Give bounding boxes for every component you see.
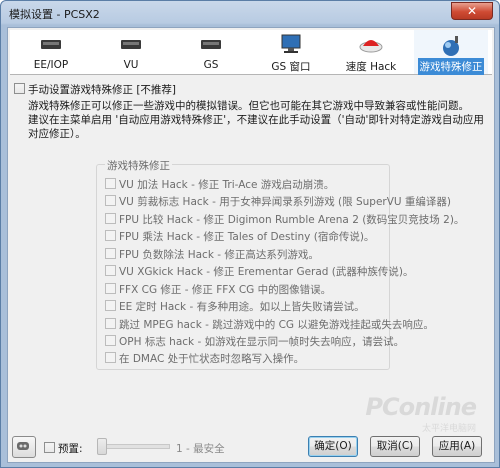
checkbox-label: 手动设置游戏特殊修正 [不推荐] [28, 84, 177, 96]
watermark-brand: PConline [365, 393, 477, 421]
gamefix-option[interactable]: VU XGkick Hack - 修正 Erementar Gerad (武器种… [105, 264, 413, 279]
checkbox-box[interactable] [105, 352, 116, 363]
checkbox-box[interactable] [105, 318, 116, 329]
checkbox-box[interactable] [105, 283, 116, 294]
gamefix-group: 游戏特殊修正 VU 加法 Hack - 修正 Tri-Ace 游戏启动崩溃。 V… [96, 158, 464, 370]
option-label: FPU 负数除法 Hack - 修正高达系列游戏。 [119, 249, 319, 261]
option-label: FPU 乘法 Hack - 修正 Tales of Destiny (宿命传说)… [119, 231, 375, 243]
checkbox-box[interactable] [105, 300, 116, 311]
checkbox-box[interactable] [105, 265, 116, 276]
gamefix-icon [443, 36, 459, 56]
preset-label: 预置: [58, 443, 83, 455]
chip-icon [201, 40, 221, 49]
description-line: 游戏特殊修正可以修正一些游戏中的模拟错误。但它也可能在其它游戏中导致兼容或性能问… [28, 100, 469, 112]
option-label: FPU 比较 Hack - 修正 Digimon Rumble Arena 2 … [119, 214, 465, 226]
description-line: 建议在主菜单启用 '自动应用游戏特殊修正'，不建议在此手动设置（'自动'即针对特… [28, 114, 484, 140]
checkbox-box[interactable] [105, 335, 116, 346]
checkbox-box[interactable] [14, 83, 25, 94]
checkbox-box[interactable] [105, 213, 116, 224]
slider-thumb[interactable] [97, 438, 107, 455]
tab-label: 速度 Hack [345, 61, 397, 73]
preset-value: 1 - 最安全 [176, 443, 225, 455]
settings-icon-button[interactable] [12, 436, 36, 458]
gamefix-option[interactable]: FPU 比较 Hack - 修正 Digimon Rumble Arena 2 … [105, 212, 464, 227]
tab-vu[interactable]: VU [94, 30, 168, 74]
checkbox-box[interactable] [105, 178, 116, 189]
gamefix-option[interactable]: FPU 负数除法 Hack - 修正高达系列游戏。 [105, 247, 319, 262]
preset-checkbox[interactable]: 预置: [44, 441, 83, 456]
checkbox-box[interactable] [44, 442, 55, 453]
option-label: VU XGkick Hack - 修正 Erementar Gerad (武器种… [119, 266, 414, 278]
close-button[interactable] [451, 2, 493, 20]
window-title: 模拟设置 - PCSX2 [9, 8, 100, 21]
group-title: 游戏特殊修正 [105, 158, 172, 173]
client-area: EE/IOP VU GS GS 窗口 速度 Hack 游戏特殊修正 手动设置游戏… [7, 27, 495, 463]
gamefix-option[interactable]: VU 剪裁标志 Hack - 用于女神异闻录系列游戏 (限 SuperVU 重编… [105, 194, 451, 209]
tab-label: VU [123, 59, 139, 71]
gamepad-icon [17, 442, 29, 450]
checkbox-box[interactable] [105, 195, 116, 206]
checkbox-box[interactable] [105, 230, 116, 241]
option-label: VU 加法 Hack - 修正 Tri-Ace 游戏启动崩溃。 [119, 179, 335, 191]
manual-gamefix-checkbox[interactable]: 手动设置游戏特殊修正 [不推荐] [14, 82, 176, 97]
tab-gs[interactable]: GS [174, 30, 248, 74]
option-label: 跳过 MPEG hack - 跳过游戏中的 CG 以避免游戏挂起或失去响应。 [119, 319, 434, 331]
speed-hack-icon [359, 40, 383, 53]
preset-slider[interactable] [97, 438, 170, 455]
gamefix-option[interactable]: FFX CG 修正 - 修正 FFX CG 中的图像错误。 [105, 282, 331, 297]
gamefix-option[interactable]: VU 加法 Hack - 修正 Tri-Ace 游戏启动崩溃。 [105, 177, 334, 192]
cancel-button[interactable]: 取消(C) [370, 436, 420, 457]
tab-label: GS 窗口 [271, 61, 311, 73]
tab-strip: EE/IOP VU GS GS 窗口 速度 Hack 游戏特殊修正 [10, 30, 492, 75]
tab-gamefixes[interactable]: 游戏特殊修正 [414, 30, 488, 75]
tab-gs-window[interactable]: GS 窗口 [254, 30, 328, 74]
gamefix-option[interactable]: FPU 乘法 Hack - 修正 Tales of Destiny (宿命传说)… [105, 229, 374, 244]
title-bar[interactable]: 模拟设置 - PCSX2 [1, 1, 499, 25]
checkbox-box[interactable] [105, 248, 116, 259]
ok-button[interactable]: 确定(O) [308, 436, 358, 457]
description-text: 游戏特殊修正可以修正一些游戏中的模拟错误。但它也可能在其它游戏中导致兼容或性能问… [28, 99, 488, 141]
gamefix-option[interactable]: OPH 标志 hack - 如游戏在显示同一帧时失去响应，请尝试。 [105, 334, 404, 349]
gamefix-option[interactable]: 跳过 MPEG hack - 跳过游戏中的 CG 以避免游戏挂起或失去响应。 [105, 317, 434, 332]
chip-icon [121, 40, 141, 49]
tab-label: GS [203, 59, 219, 71]
settings-window: 模拟设置 - PCSX2 EE/IOP VU GS GS 窗口 速度 [0, 0, 500, 468]
tab-label: EE/IOP [33, 59, 69, 71]
option-label: EE 定时 Hack - 有多种用途。如以上皆失败请尝试。 [119, 301, 365, 313]
option-label: FFX CG 修正 - 修正 FFX CG 中的图像错误。 [119, 284, 332, 296]
dialog-footer: 预置: 1 - 最安全 确定(O) 取消(C) 应用(A) [8, 428, 494, 462]
option-label: 在 DMAC 处于忙状态时忽略写入操作。 [119, 353, 305, 365]
tab-label: 游戏特殊修正 [418, 58, 484, 75]
chip-icon [41, 40, 61, 49]
gamefix-option[interactable]: 在 DMAC 处于忙状态时忽略写入操作。 [105, 351, 304, 366]
monitor-icon [281, 34, 301, 53]
tab-ee-iop[interactable]: EE/IOP [14, 30, 88, 74]
tab-speed-hack[interactable]: 速度 Hack [334, 30, 408, 74]
gamefix-option[interactable]: EE 定时 Hack - 有多种用途。如以上皆失败请尝试。 [105, 299, 365, 314]
option-label: OPH 标志 hack - 如游戏在显示同一帧时失去响应，请尝试。 [119, 336, 405, 348]
apply-button[interactable]: 应用(A) [432, 436, 482, 457]
option-label: VU 剪裁标志 Hack - 用于女神异闻录系列游戏 (限 SuperVU 重编… [119, 196, 452, 208]
